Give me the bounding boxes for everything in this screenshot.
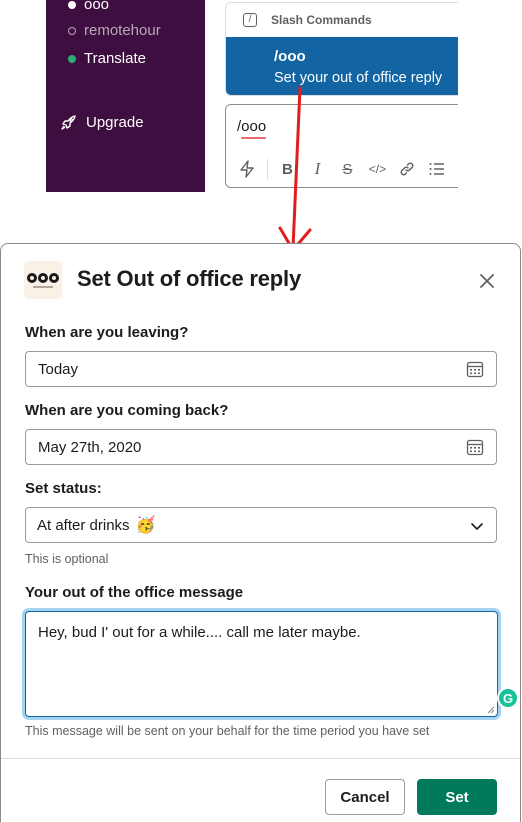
cancel-button[interactable]: Cancel bbox=[325, 779, 405, 815]
leaving-date-value: Today bbox=[38, 360, 79, 378]
rocket-icon bbox=[61, 115, 76, 130]
sidebar-item-translate[interactable]: Translate bbox=[68, 50, 146, 67]
status-hint: This is optional bbox=[25, 552, 109, 566]
message-textarea[interactable]: Hey, bud I' out for a while.... call me … bbox=[25, 611, 498, 717]
message-value: Hey, bud I' out for a while.... call me … bbox=[38, 624, 361, 641]
calendar-icon[interactable] bbox=[466, 360, 484, 378]
sidebar-item-label: ooo bbox=[84, 0, 110, 13]
party-emoji-icon: 🥳 bbox=[135, 517, 156, 534]
return-date-picker[interactable]: May 27th, 2020 bbox=[25, 429, 497, 465]
code-icon[interactable]: </> bbox=[368, 158, 387, 180]
sidebar-item-ooo[interactable]: ooo bbox=[68, 0, 109, 13]
slash-commands-header: / Slash Commands bbox=[226, 3, 458, 36]
composer-text: /ooo bbox=[237, 118, 267, 135]
slash-commands-title: Slash Commands bbox=[271, 12, 372, 27]
app-logo bbox=[24, 261, 62, 299]
slash-command-ooo-item[interactable]: /ooo Set your out of office reply bbox=[226, 37, 458, 95]
upgrade-label: Upgrade bbox=[86, 114, 144, 131]
status-value: At after drinks bbox=[37, 516, 130, 534]
out-of-office-modal: Set Out of office reply When are you lea… bbox=[0, 243, 521, 822]
sidebar-item-label: remotehour bbox=[84, 22, 161, 39]
grammarly-icon[interactable]: G bbox=[497, 687, 519, 709]
message-composer[interactable]: /ooo B I S </> bbox=[225, 104, 458, 188]
shortcuts-icon[interactable] bbox=[237, 158, 256, 180]
leaving-date-picker[interactable]: Today bbox=[25, 351, 497, 387]
upgrade-button[interactable]: Upgrade bbox=[60, 114, 144, 131]
link-icon[interactable] bbox=[398, 158, 417, 180]
status-select[interactable]: At after drinks 🥳 bbox=[25, 507, 497, 543]
leaving-label: When are you leaving? bbox=[25, 324, 189, 341]
resize-handle-icon[interactable] bbox=[487, 706, 495, 714]
return-label: When are you coming back? bbox=[25, 402, 229, 419]
ooo-logo-icon bbox=[27, 272, 59, 283]
strikethrough-icon[interactable]: S bbox=[338, 158, 357, 180]
presence-dot-icon bbox=[68, 54, 76, 63]
bulleted-list-icon[interactable] bbox=[428, 158, 447, 180]
calendar-icon[interactable] bbox=[466, 438, 484, 456]
annotation-arrow-icon bbox=[278, 86, 312, 252]
set-button[interactable]: Set bbox=[417, 779, 497, 815]
sidebar-item-remotehour[interactable]: remotehour bbox=[68, 22, 161, 39]
presence-dot-icon bbox=[68, 26, 76, 35]
spellcheck-underline bbox=[241, 137, 267, 139]
composer-input[interactable]: /ooo bbox=[237, 118, 267, 139]
message-label: Your out of the office message bbox=[25, 584, 244, 601]
modal-title: Set Out of office reply bbox=[77, 266, 301, 291]
chevron-down-icon bbox=[471, 523, 483, 530]
footer-divider bbox=[1, 758, 520, 759]
slash-command-icon: / bbox=[243, 12, 257, 27]
sidebar-item-label: Translate bbox=[84, 50, 146, 67]
workspace-sidebar: ooo remotehour Translate Upgrade bbox=[46, 0, 205, 192]
slash-command-name: /ooo bbox=[274, 48, 306, 65]
slash-commands-popup: / Slash Commands /ooo Set your out of of… bbox=[225, 2, 458, 96]
close-icon bbox=[480, 274, 494, 288]
presence-dot-icon bbox=[68, 0, 76, 9]
formatting-toolbar: B I S </> bbox=[226, 151, 458, 187]
close-button[interactable] bbox=[472, 266, 502, 296]
status-label: Set status: bbox=[25, 480, 102, 497]
toolbar-divider bbox=[267, 159, 268, 179]
message-hint: This message will be sent on your behalf… bbox=[25, 724, 430, 738]
return-date-value: May 27th, 2020 bbox=[38, 438, 142, 456]
modal-header: Set Out of office reply bbox=[1, 244, 520, 314]
